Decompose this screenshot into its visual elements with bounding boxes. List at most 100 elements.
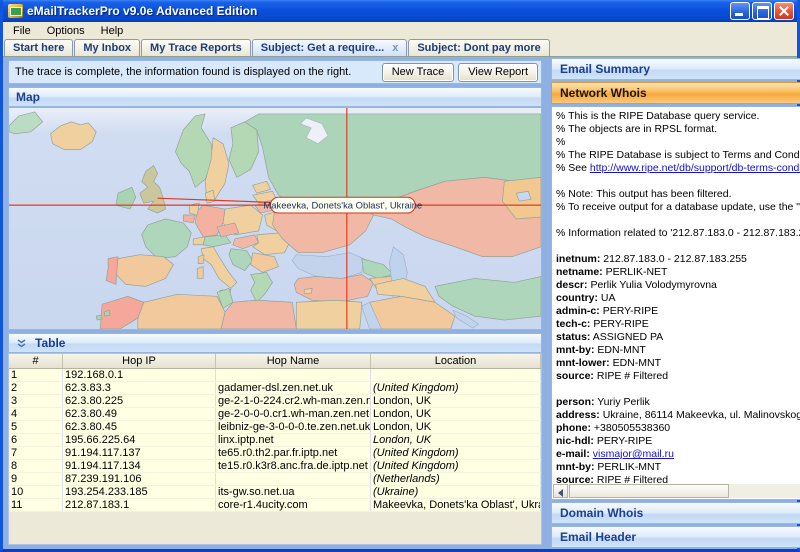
whois-field-label: address: (556, 409, 600, 421)
tab-3[interactable]: Subject: Get a require... x (252, 39, 408, 56)
accordion-email-summary[interactable]: Email Summary (551, 58, 800, 80)
table-row[interactable]: 891.194.117.134te15.r0.k3r8.anc.fra.de.i… (9, 460, 541, 473)
cell-hop-name: ge-2-1-0-224.cr2.wh-man.zen.net.uk (216, 395, 371, 407)
table-row[interactable]: 1192.168.0.1 (9, 369, 541, 382)
accordion-email-header[interactable]: Email Header (551, 526, 800, 548)
cell-hop-name: te15.r0.k3r8.anc.fra.de.iptp.net (216, 460, 371, 472)
column-header[interactable]: # (9, 354, 63, 368)
tab-0[interactable]: Start here (4, 39, 73, 56)
collapse-chevron-icon[interactable] (16, 338, 27, 348)
title-bar: eMailTrackerPro v9.0e Advanced Edition (3, 0, 797, 22)
whois-line: e-mail: vismajor@mail.ru (556, 448, 800, 461)
cell-hop-name: ge-2-0-0-0.cr1.wh-man.zen.net.uk (216, 408, 371, 420)
accordion-network-whois[interactable]: Network Whois (551, 82, 800, 104)
minimize-button[interactable] (730, 2, 750, 20)
whois-link[interactable]: vismajor@mail.ru (593, 448, 674, 460)
cell-hop-ip: 91.194.117.137 (63, 447, 216, 459)
cell-location: Makeevka, Donets'ka Oblast', Ukraine (371, 499, 541, 511)
table-row[interactable]: 362.3.80.225ge-2-1-0-224.cr2.wh-man.zen.… (9, 395, 541, 408)
view-report-button[interactable]: View Report (458, 63, 538, 82)
horizontal-scrollbar[interactable] (553, 484, 800, 498)
menu-item-options[interactable]: Options (39, 24, 93, 38)
tab-1[interactable]: My Inbox (74, 39, 140, 56)
email-summary-label: Email Summary (560, 62, 650, 76)
tab-2[interactable]: My Trace Reports (141, 39, 251, 56)
cell-num: 3 (9, 395, 63, 407)
table-row[interactable]: 6195.66.225.64linx.iptp.netLondon, UK (9, 434, 541, 447)
column-header[interactable]: Hop Name (216, 354, 371, 368)
menubar: FileOptionsHelp (3, 22, 797, 39)
whois-line: phone: +380505538360 (556, 422, 800, 435)
whois-line: source: RIPE # Filtered (556, 370, 800, 383)
whois-line: mnt-lower: EDN-MNT (556, 357, 800, 370)
cell-num: 5 (9, 421, 63, 433)
map-panel-header[interactable]: Map (8, 87, 542, 107)
table-row[interactable]: 791.194.117.137te65.r0.th2.par.fr.iptp.n… (9, 447, 541, 460)
whois-line: % Information related to '212.87.183.0 -… (556, 227, 800, 240)
cell-location: London, UK (371, 408, 541, 420)
whois-line: % The objects are in RPSL format. (556, 123, 800, 136)
whois-field-label: inetnum: (556, 253, 600, 265)
menu-item-file[interactable]: File (5, 24, 39, 38)
table-row[interactable]: 987.239.191.106 (Netherlands) (9, 473, 541, 486)
map-canvas[interactable]: Makeevka, Donets'ka Oblast', Ukraine (8, 107, 542, 330)
scroll-thumb[interactable] (569, 484, 729, 498)
main-content: The trace is complete, the information f… (3, 57, 797, 549)
table-row[interactable]: 11212.87.183.1core-r1.4ucity.comMakeevka… (9, 499, 541, 512)
whois-line (556, 383, 800, 396)
cell-hop-name: leibniz-ge-3-0-0-0.te.zen.net.uk (216, 421, 371, 433)
right-pane: Email Summary Network Whois % This is th… (551, 58, 800, 548)
cell-location: (United Kingdom) (371, 447, 541, 459)
table-row[interactable]: 262.3.83.3gadamer-dsl.zen.net.uk(United … (9, 382, 541, 395)
close-button[interactable] (774, 2, 794, 20)
table-row[interactable]: 562.3.80.45leibniz-ge-3-0-0-0.te.zen.net… (9, 421, 541, 434)
cell-num: 7 (9, 447, 63, 459)
cell-location: (Netherlands) (371, 473, 541, 485)
whois-line: % The RIPE Database is subject to Terms … (556, 149, 800, 162)
map-marker-label: Makeevka, Donets'ka Oblast', Ukraine (263, 197, 422, 213)
whois-line (556, 240, 800, 253)
tab-close-icon[interactable]: x (392, 42, 398, 54)
table-panel-header[interactable]: Table (8, 333, 542, 353)
whois-line: descr: Perlik Yulia Volodymyrovna (556, 279, 800, 292)
cell-hop-name (216, 369, 371, 381)
cell-num: 4 (9, 408, 63, 420)
cell-hop-name (216, 473, 371, 485)
table-panel-title: Table (35, 336, 65, 350)
table-row[interactable]: 462.3.80.49ge-2-0-0-0.cr1.wh-man.zen.net… (9, 408, 541, 421)
whois-line: netname: PERLIK-NET (556, 266, 800, 279)
scroll-left-icon[interactable] (553, 484, 568, 498)
whois-line: inetnum: 212.87.183.0 - 212.87.183.255 (556, 253, 800, 266)
menu-item-help[interactable]: Help (93, 24, 132, 38)
column-header[interactable]: Hop IP (63, 354, 216, 368)
table-row[interactable]: 10193.254.233.185its-gw.so.net.ua(Ukrain… (9, 486, 541, 499)
cell-hop-ip: 87.239.191.106 (63, 473, 216, 485)
whois-line: mnt-by: PERLIK-MNT (556, 461, 800, 474)
tab-label: My Trace Reports (150, 42, 242, 54)
window-title: eMailTrackerPro v9.0e Advanced Edition (27, 4, 728, 18)
tab-4[interactable]: Subject: Dont pay more (408, 39, 549, 56)
scroll-track[interactable] (729, 484, 800, 498)
whois-field-label: netname: (556, 266, 603, 278)
cell-hop-ip: 62.3.80.225 (63, 395, 216, 407)
tab-label: Subject: Get a require... (261, 42, 384, 54)
cell-location: (United Kingdom) (371, 460, 541, 472)
cell-num: 2 (9, 382, 63, 394)
cell-location (371, 369, 541, 381)
app-icon (8, 4, 23, 18)
whois-link[interactable]: http://www.ripe.net/db/support/db-terms-… (590, 162, 800, 174)
whois-line: person: Yuriy Perlik (556, 396, 800, 409)
cell-num: 9 (9, 473, 63, 485)
accordion-domain-whois[interactable]: Domain Whois (551, 502, 800, 524)
map-panel-title: Map (16, 90, 40, 104)
whois-field-label: source: (556, 370, 594, 382)
left-pane: The trace is complete, the information f… (3, 57, 547, 549)
column-header[interactable]: Location (371, 354, 541, 368)
cell-location: (Ukraine) (371, 486, 541, 498)
table-header-row: #Hop IPHop NameLocation (9, 354, 541, 369)
new-trace-button[interactable]: New Trace (382, 63, 455, 82)
whois-line: tech-c: PERY-RIPE (556, 318, 800, 331)
tab-label: Start here (13, 42, 64, 54)
maximize-button[interactable] (752, 2, 772, 20)
map-marker-text: Makeevka, Donets'ka Oblast', Ukraine (263, 200, 422, 211)
